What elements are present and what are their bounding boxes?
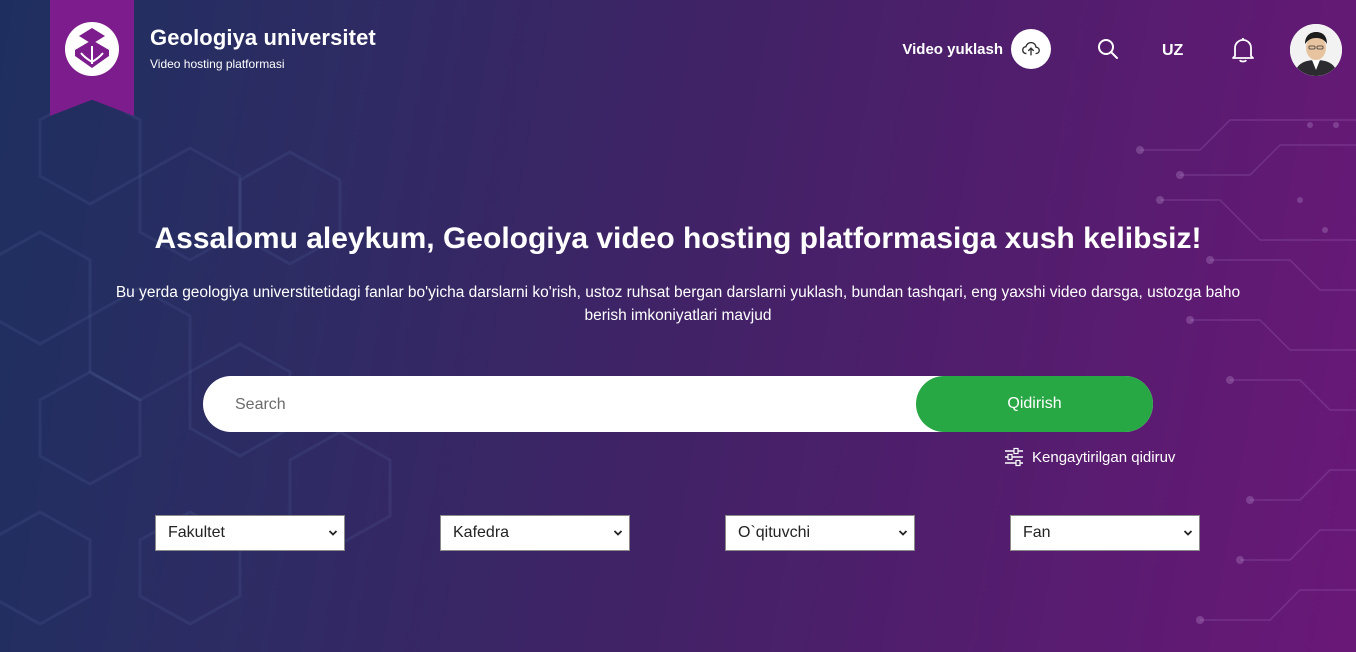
brand-subtitle: Video hosting platformasi [150, 57, 285, 71]
filter-fakultet-label: Fakultet [168, 524, 225, 541]
upload-video-label[interactable]: Video yuklash [902, 41, 1003, 58]
chevron-down-icon [898, 530, 908, 536]
advanced-search-link[interactable]: Kengaytirilgan qidiruv [1004, 447, 1175, 467]
filter-fan-label: Fan [1023, 524, 1051, 541]
filter-fakultet-select[interactable]: Fakultet [155, 515, 345, 551]
chevron-down-icon [613, 530, 623, 536]
chevron-down-icon [328, 530, 338, 536]
brand-title[interactable]: Geologiya universitet [150, 25, 376, 51]
filter-fan-select[interactable]: Fan [1010, 515, 1200, 551]
search-input[interactable] [233, 376, 897, 434]
cloud-upload-icon [1022, 41, 1040, 56]
hero-title: Assalomu aleykum, Geologiya video hostin… [154, 222, 1202, 255]
university-logo-icon[interactable] [63, 20, 121, 78]
user-avatar[interactable] [1290, 24, 1342, 76]
page: Geologiya universitet Video hosting plat… [0, 0, 1356, 652]
filter-kafedra-select[interactable]: Kafedra [440, 515, 630, 551]
search-icon[interactable] [1096, 37, 1120, 61]
filter-oqituvchi-select[interactable]: O`qituvchi [725, 515, 915, 551]
search-submit-button[interactable]: Qidirish [916, 376, 1153, 432]
hero-description: Bu yerda geologiya universtitetidagi fan… [115, 284, 1241, 324]
filter-oqituvchi-label: O`qituvchi [738, 524, 811, 541]
advanced-search-label: Kengaytirilgan qidiruv [1032, 448, 1176, 466]
chevron-down-icon [1183, 530, 1193, 536]
search-bar: Qidirish [203, 376, 1153, 434]
bell-icon[interactable] [1230, 36, 1256, 64]
upload-video-button[interactable] [1011, 29, 1051, 69]
user-photo [1290, 24, 1342, 76]
filter-kafedra-label: Kafedra [453, 524, 510, 541]
language-switcher[interactable]: UZ [1162, 42, 1183, 60]
sliders-icon [1005, 447, 1023, 467]
